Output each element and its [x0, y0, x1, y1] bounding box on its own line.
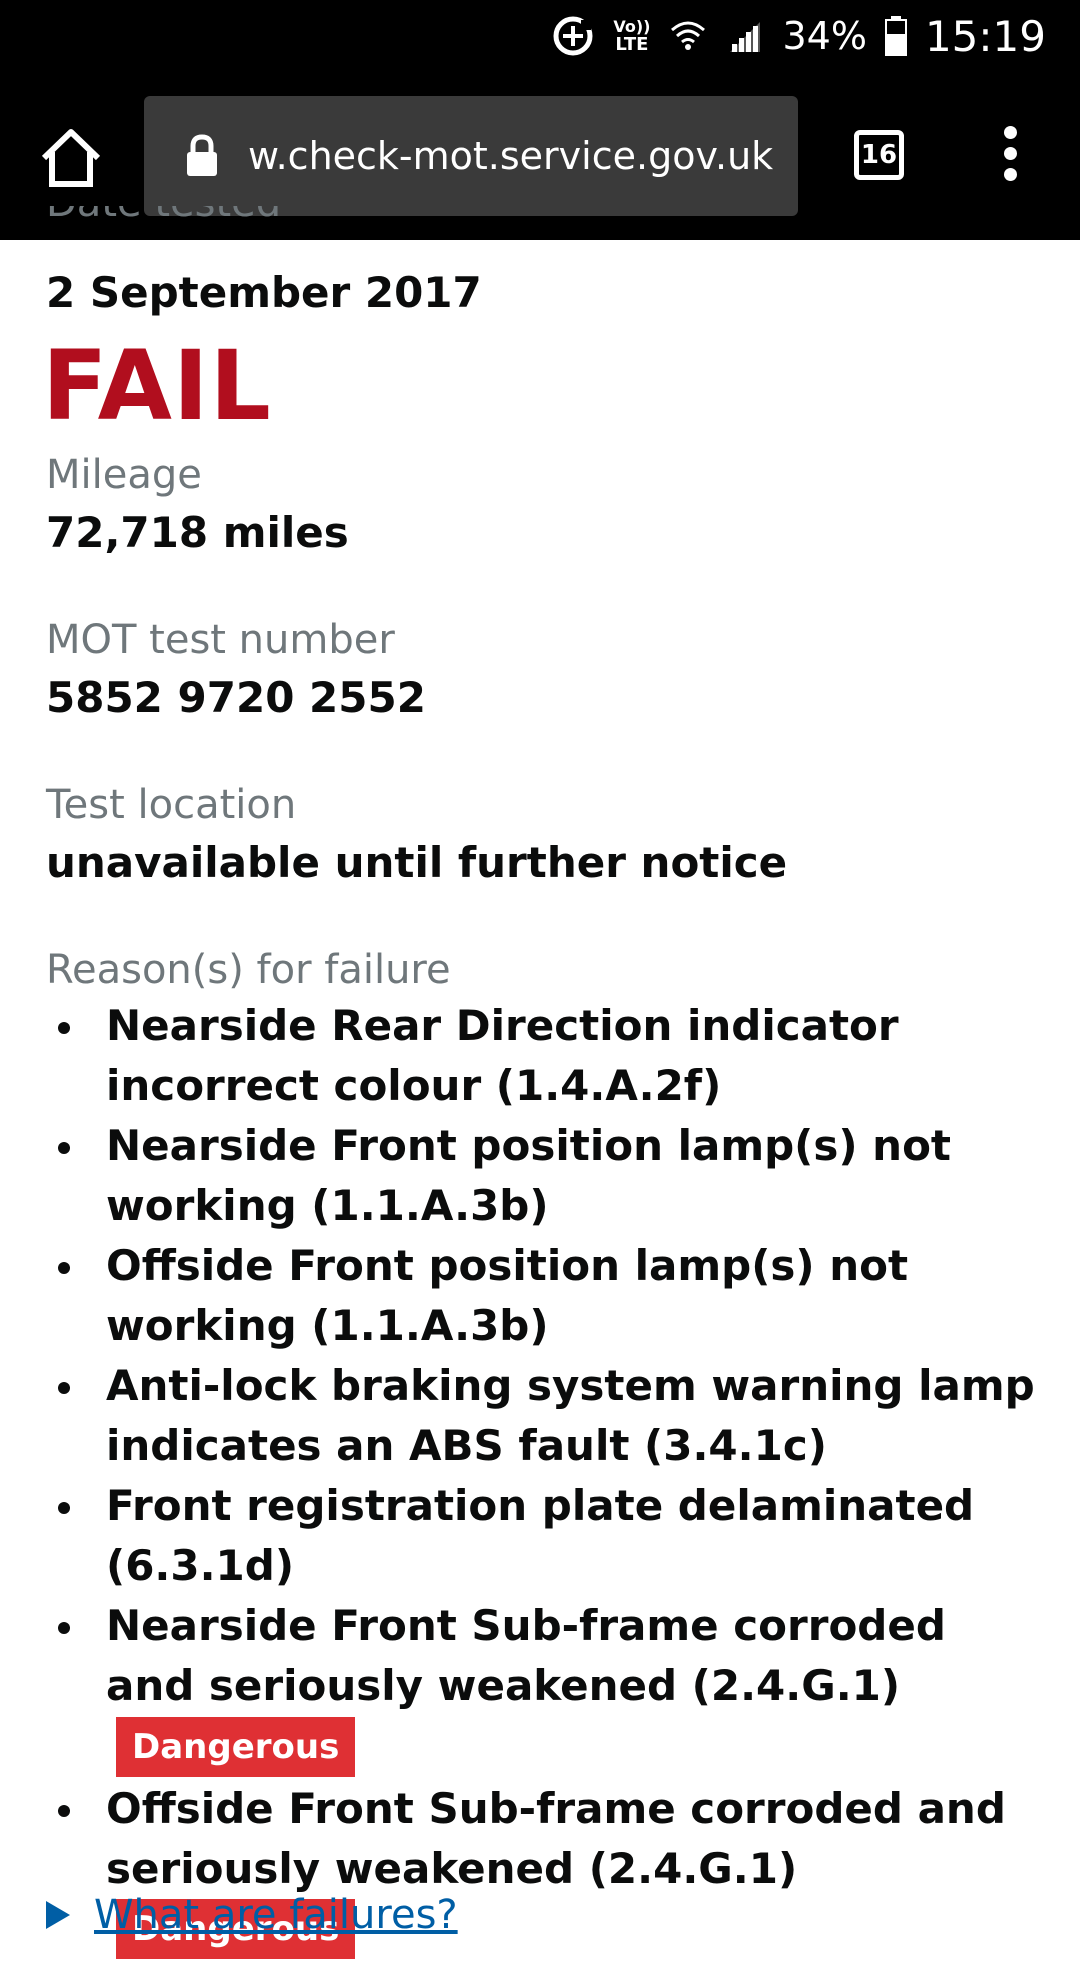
list-item: Nearside Rear Direction indicator incorr… [46, 996, 1046, 1116]
date-value: 2 September 2017 [46, 268, 482, 317]
test-number-section: MOT test number 5852 9720 2552 [46, 617, 426, 722]
list-item: Anti-lock braking system warning lamp in… [46, 1356, 1046, 1476]
clock: 15:19 [925, 12, 1046, 61]
home-icon [36, 122, 106, 192]
test-number-value: 5852 9720 2552 [46, 673, 426, 722]
list-item: Nearside Front Sub-frame corroded and se… [46, 1596, 1046, 1779]
list-item: Offside Front position lamp(s) not worki… [46, 1236, 1046, 1356]
what-are-failures-link[interactable]: What are failures? [46, 1892, 458, 1938]
status-bar: Vo)) LTE 34% 15:19 [0, 0, 1080, 72]
location-value: unavailable until further notice [46, 838, 787, 887]
data-saver-icon [551, 14, 595, 58]
wifi-icon [668, 16, 708, 56]
location-section: Test location unavailable until further … [46, 782, 787, 887]
address-bar[interactable]: w.check-mot.service.gov.uk [144, 96, 798, 216]
failure-reasons-list: Nearside Rear Direction indicator incorr… [46, 996, 1046, 1961]
reasons-label-wrap: Reason(s) for failure [46, 947, 451, 993]
home-button[interactable] [36, 122, 106, 192]
date-label: Date tested [46, 206, 281, 240]
location-label: Test location [46, 782, 787, 828]
test-number-label: MOT test number [46, 617, 426, 663]
mileage-value: 72,718 miles [46, 508, 349, 557]
disclosure-triangle-icon [46, 1901, 70, 1929]
signal-icon [726, 18, 764, 54]
list-item: Nearside Front position lamp(s) not work… [46, 1116, 1046, 1236]
volte-icon: Vo)) LTE [613, 18, 650, 54]
mileage-label: Mileage [46, 452, 349, 498]
lock-icon [184, 134, 220, 178]
mileage-section: Mileage 72,718 miles [46, 452, 349, 557]
list-item: Front registration plate delaminated (6.… [46, 1476, 1046, 1596]
test-result: FAIL [42, 330, 272, 442]
reasons-label: Reason(s) for failure [46, 947, 451, 993]
overflow-menu-button[interactable] [996, 126, 1024, 182]
battery-percent: 34% [782, 14, 866, 58]
url-text[interactable]: w.check-mot.service.gov.uk [248, 96, 773, 216]
tab-switcher-button[interactable]: 16 [854, 130, 904, 180]
dangerous-badge: Dangerous [116, 1717, 355, 1777]
battery-icon [885, 16, 907, 56]
